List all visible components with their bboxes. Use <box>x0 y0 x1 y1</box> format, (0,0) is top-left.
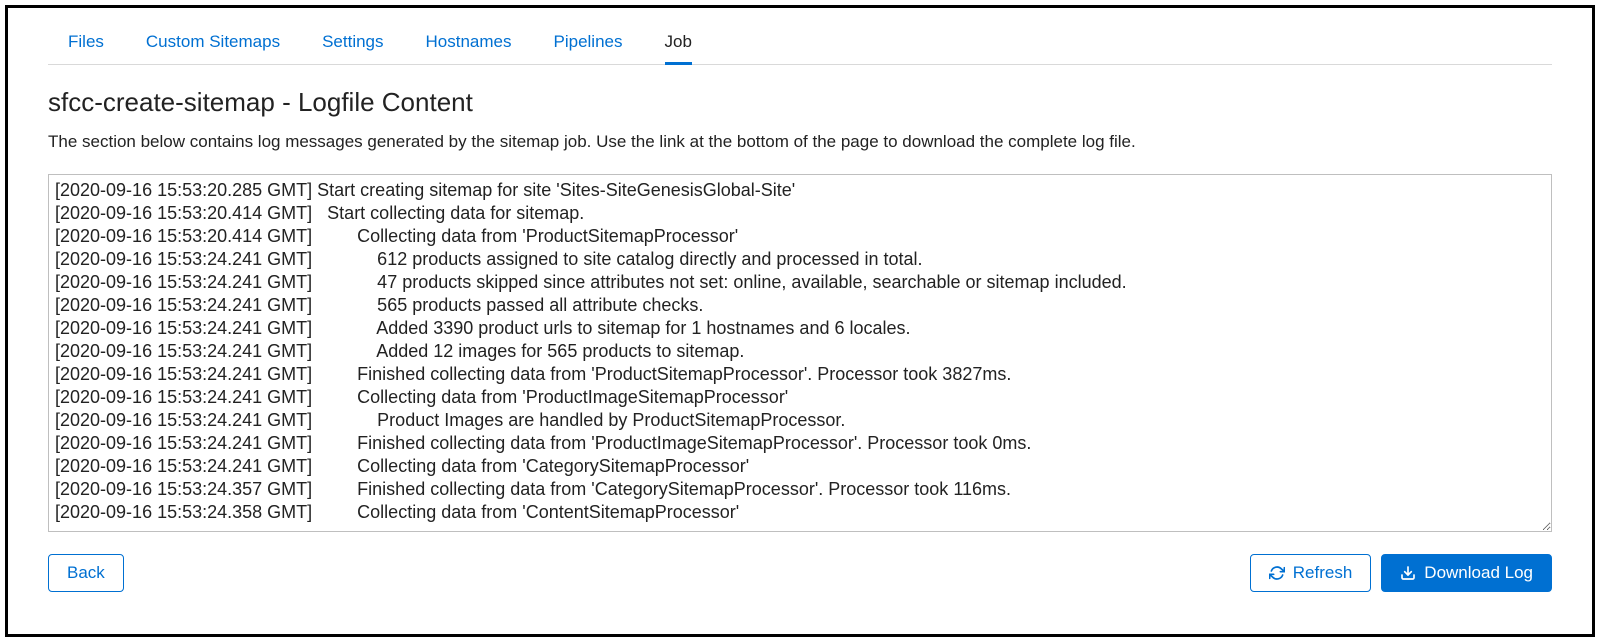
log-line: [2020-09-16 15:53:24.241 GMT] 612 produc… <box>55 248 1545 271</box>
log-line: [2020-09-16 15:53:24.241 GMT] Finished c… <box>55 363 1545 386</box>
tab-job[interactable]: Job <box>665 26 692 65</box>
log-line: [2020-09-16 15:53:20.414 GMT] Start coll… <box>55 202 1545 225</box>
tab-bar: Files Custom Sitemaps Settings Hostnames… <box>48 20 1552 65</box>
log-line: [2020-09-16 15:53:24.241 GMT] Collecting… <box>55 386 1545 409</box>
tab-custom-sitemaps[interactable]: Custom Sitemaps <box>146 26 280 65</box>
refresh-label: Refresh <box>1293 563 1353 583</box>
download-label: Download Log <box>1424 563 1533 583</box>
right-button-group: Refresh Download Log <box>1250 554 1552 592</box>
footer-actions: Back Refresh <box>48 554 1552 592</box>
log-line: [2020-09-16 15:53:24.241 GMT] Collecting… <box>55 455 1545 478</box>
tab-files[interactable]: Files <box>68 26 104 65</box>
log-line: [2020-09-16 15:53:20.414 GMT] Collecting… <box>55 225 1545 248</box>
log-line: [2020-09-16 15:53:24.241 GMT] Finished c… <box>55 432 1545 455</box>
log-line: [2020-09-16 15:53:24.241 GMT] Added 3390… <box>55 317 1545 340</box>
log-line: [2020-09-16 15:53:20.285 GMT] Start crea… <box>55 179 1545 202</box>
log-line: [2020-09-16 15:53:24.358 GMT] Collecting… <box>55 501 1545 524</box>
log-line: [2020-09-16 15:53:24.241 GMT] Added 12 i… <box>55 340 1545 363</box>
download-icon <box>1400 565 1416 581</box>
tab-settings[interactable]: Settings <box>322 26 383 65</box>
page-title: sfcc-create-sitemap - Logfile Content <box>48 87 1552 118</box>
log-line: [2020-09-16 15:53:24.357 GMT] Finished c… <box>55 478 1545 501</box>
log-line: [2020-09-16 15:53:24.241 GMT] Product Im… <box>55 409 1545 432</box>
log-line: [2020-09-16 15:53:24.241 GMT] 47 product… <box>55 271 1545 294</box>
log-line: [2020-09-16 15:53:24.241 GMT] 565 produc… <box>55 294 1545 317</box>
download-log-button[interactable]: Download Log <box>1381 554 1552 592</box>
refresh-icon <box>1269 565 1285 581</box>
tab-pipelines[interactable]: Pipelines <box>554 26 623 65</box>
page-description: The section below contains log messages … <box>48 132 1552 152</box>
app-frame: Files Custom Sitemaps Settings Hostnames… <box>5 5 1595 637</box>
back-button[interactable]: Back <box>48 554 124 592</box>
refresh-button[interactable]: Refresh <box>1250 554 1372 592</box>
log-output[interactable]: [2020-09-16 15:53:20.285 GMT] Start crea… <box>48 174 1552 532</box>
tab-hostnames[interactable]: Hostnames <box>426 26 512 65</box>
